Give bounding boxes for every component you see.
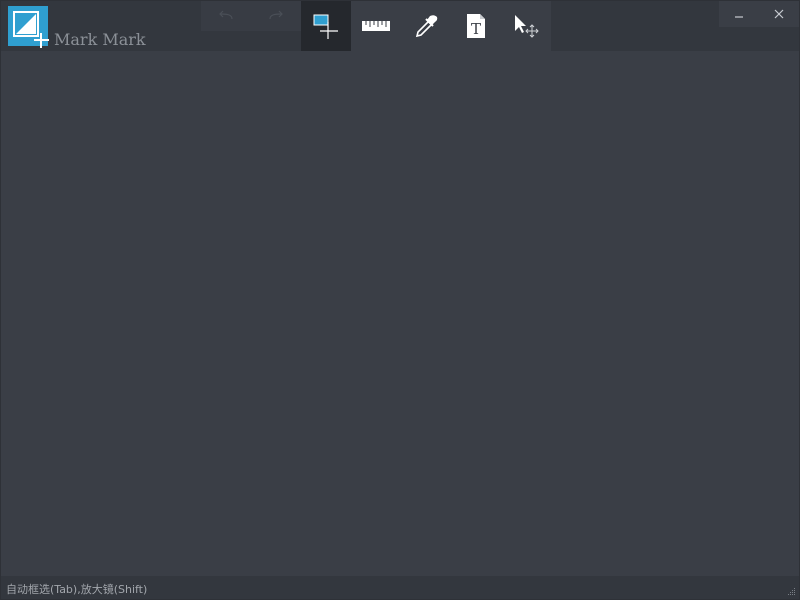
titlebar[interactable]: Mark Mark T bbox=[1, 1, 799, 51]
rectangle-select-icon bbox=[313, 14, 338, 39]
canvas-area[interactable] bbox=[1, 51, 799, 576]
app-window: Mark Mark T 自动框选(Tab),放大镜(Shift) bbox=[0, 0, 800, 600]
tool-text[interactable]: T bbox=[451, 1, 501, 51]
redo-icon bbox=[269, 10, 283, 20]
history-controls bbox=[201, 1, 301, 31]
tool-eyedropper[interactable] bbox=[401, 1, 451, 51]
close-icon bbox=[774, 9, 784, 19]
tool-rectangle-select[interactable] bbox=[301, 1, 351, 51]
app-logo-icon bbox=[8, 6, 49, 48]
move-cursor-icon bbox=[515, 15, 539, 38]
status-text: 自动框选(Tab),放大镜(Shift) bbox=[6, 583, 148, 596]
redo-button[interactable] bbox=[251, 1, 301, 31]
tool-ruler[interactable] bbox=[351, 1, 401, 51]
svg-text:T: T bbox=[471, 20, 481, 38]
tool-move[interactable] bbox=[501, 1, 551, 51]
close-button[interactable] bbox=[759, 1, 799, 27]
app-name: Mark Mark bbox=[54, 30, 146, 49]
tool-bar: T bbox=[301, 1, 551, 51]
ruler-icon bbox=[362, 21, 390, 31]
text-icon: T bbox=[467, 14, 485, 38]
status-bar: 自动框选(Tab),放大镜(Shift) bbox=[1, 576, 799, 599]
resize-grip-icon[interactable] bbox=[787, 587, 796, 596]
undo-icon bbox=[219, 10, 233, 20]
minimize-icon bbox=[735, 16, 743, 18]
undo-button[interactable] bbox=[201, 1, 251, 31]
minimize-button[interactable] bbox=[719, 1, 759, 27]
eyedropper-icon bbox=[415, 15, 438, 38]
